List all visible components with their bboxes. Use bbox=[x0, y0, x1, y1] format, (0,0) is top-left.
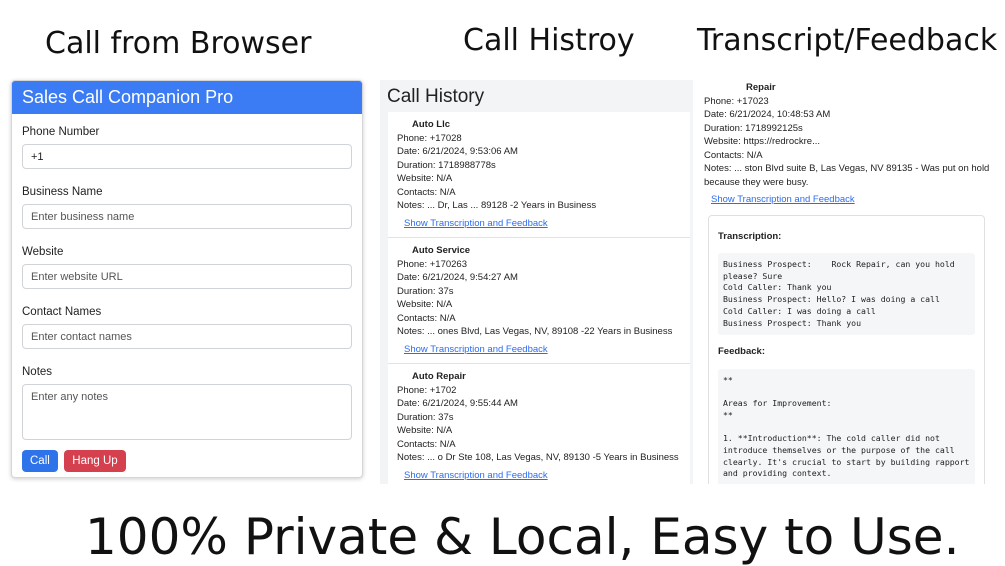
record-phone: Phone: +170263 bbox=[397, 258, 467, 270]
record-date: Date: 6/21/2024, 9:54:27 AM bbox=[397, 272, 518, 283]
transcript-panel: Repair Phone: +17023 Date: 6/21/2024, 10… bbox=[698, 75, 1005, 484]
call-form-panel: Sales Call Companion Pro Phone Number +1… bbox=[11, 80, 363, 478]
record-contacts: Contacts: N/A bbox=[397, 186, 456, 198]
show-transcription-link[interactable]: Show Transcription and Feedback bbox=[397, 343, 681, 357]
record-website: Website: https://redrockre... bbox=[704, 136, 820, 147]
record-date: Date: 6/21/2024, 9:53:06 AM bbox=[397, 146, 518, 157]
feedback-heading: Feedback: bbox=[718, 346, 765, 358]
record-phone: Phone: +17023 bbox=[704, 95, 769, 107]
show-transcription-link[interactable]: Show Transcription and Feedback bbox=[704, 193, 999, 207]
transcription-heading: Transcription: bbox=[718, 230, 782, 242]
record-phone: Phone: +17028 bbox=[397, 132, 462, 144]
business-name-input[interactable]: Enter business name bbox=[22, 204, 352, 229]
record-contacts: Contacts: N/A bbox=[704, 149, 763, 161]
call-history-title: Call History bbox=[387, 86, 485, 107]
record-notes: Notes: ... ston Blvd suite B, Las Vegas,… bbox=[704, 163, 990, 188]
notes-textarea[interactable]: Enter any notes bbox=[22, 384, 352, 440]
record-website: Website: N/A bbox=[397, 173, 453, 184]
business-label: Business Name bbox=[22, 186, 103, 198]
call-history-panel: Call History Auto Llc Phone: +17028 Date: … bbox=[380, 80, 693, 484]
record-duration: Duration: 37s bbox=[397, 285, 454, 297]
record-name: Repair bbox=[746, 82, 776, 93]
record-name: Auto Llc bbox=[412, 119, 450, 130]
record-duration: Duration: 1718988778s bbox=[397, 159, 496, 171]
caption-transcript-feedback: Transcript/Feedback bbox=[697, 23, 998, 58]
record-contacts: Contacts: N/A bbox=[397, 312, 456, 324]
phone-label: Phone Number bbox=[22, 126, 100, 138]
call-record: Auto Service Phone: +170263 Date: 6/21/202… bbox=[388, 238, 690, 364]
record-duration: Duration: 1718992125s bbox=[704, 122, 803, 134]
transcription-text: Business Prospect: Rock Repair, can you … bbox=[718, 253, 975, 336]
call-record: Auto Repair Phone: +1702 Date: 6/21/2024, … bbox=[388, 364, 690, 484]
record-website: Website: N/A bbox=[397, 425, 453, 436]
record-website: Website: N/A bbox=[397, 299, 453, 310]
record-contacts: Contacts: N/A bbox=[397, 438, 456, 450]
website-label: Website bbox=[22, 246, 64, 258]
record-notes: Notes: ... Dr, Las ... 89128 -2 Years in… bbox=[397, 200, 597, 211]
record-name: Auto Repair bbox=[412, 371, 466, 382]
show-transcription-link[interactable]: Show Transcription and Feedback bbox=[397, 469, 681, 483]
tagline: 100% Private & Local, Easy to Use. bbox=[85, 508, 960, 566]
caption-call-history: Call Histroy bbox=[463, 23, 635, 58]
record-notes: Notes: ... ones Blvd, Las Vegas, NV, 891… bbox=[397, 326, 673, 337]
call-button[interactable]: Call bbox=[22, 450, 58, 472]
phone-input[interactable]: +1 bbox=[22, 144, 352, 169]
call-record: Auto Llc Phone: +17028 Date: 6/21/2024, 9:… bbox=[388, 112, 690, 238]
record-phone: Phone: +1702 bbox=[397, 384, 457, 396]
contacts-label: Contact Names bbox=[22, 306, 102, 318]
app-title: Sales Call Companion Pro bbox=[12, 81, 362, 114]
feedback-text: ** Areas for Improvement: ** 1. **Introd… bbox=[718, 368, 975, 484]
record-date: Date: 6/21/2024, 10:48:53 AM bbox=[704, 109, 831, 120]
website-input[interactable]: Enter website URL bbox=[22, 264, 352, 289]
hang-up-button[interactable]: Hang Up bbox=[64, 450, 126, 472]
record-notes: Notes: ... o Dr Ste 108, Las Vegas, NV, … bbox=[397, 452, 679, 463]
record-name: Auto Service bbox=[412, 245, 471, 256]
notes-label: Notes bbox=[22, 366, 53, 378]
record-duration: Duration: 37s bbox=[397, 411, 454, 423]
caption-call-from-browser: Call from Browser bbox=[45, 26, 312, 61]
contact-names-input[interactable]: Enter contact names bbox=[22, 324, 352, 349]
record-date: Date: 6/21/2024, 9:55:44 AM bbox=[397, 398, 518, 409]
transcript-feedback-box: Transcription: Business Prospect: Rock R… bbox=[708, 214, 985, 484]
show-transcription-link[interactable]: Show Transcription and Feedback bbox=[397, 217, 681, 231]
